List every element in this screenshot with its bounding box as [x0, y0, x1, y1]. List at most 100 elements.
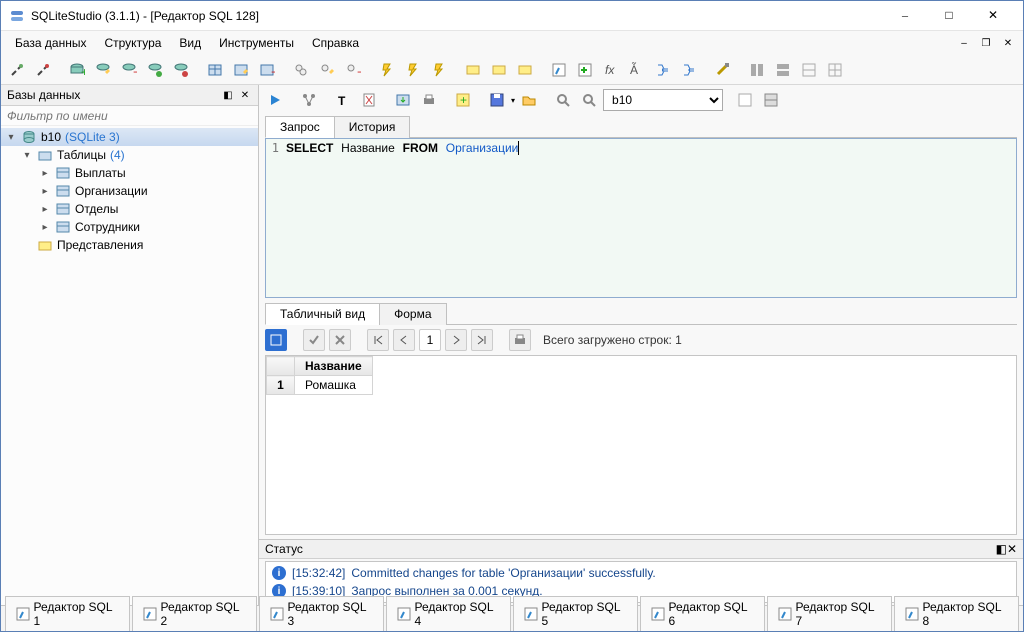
mdi-tab[interactable]: Редактор SQL 5	[513, 596, 638, 631]
history-prev-icon[interactable]	[551, 88, 575, 112]
trigger-icon[interactable]	[375, 58, 399, 82]
tree-table[interactable]: ▸Выплаты	[1, 164, 258, 182]
export-results-icon[interactable]	[391, 88, 415, 112]
mdi-tab[interactable]: Редактор SQL 6	[640, 596, 765, 631]
first-page-icon[interactable]	[367, 329, 389, 351]
cell[interactable]: Ромашка	[295, 376, 373, 395]
view-icon[interactable]	[461, 58, 485, 82]
sql-editor[interactable]: 1 SELECT Название FROM Организации	[265, 138, 1017, 298]
save-dropdown-icon[interactable]: ▾	[511, 96, 515, 105]
tree-table[interactable]: ▸Организации	[1, 182, 258, 200]
results-tab-icon[interactable]	[759, 88, 783, 112]
tree-db[interactable]: ▾ b10 (SQLite 3)	[1, 128, 258, 146]
table-icon[interactable]	[203, 58, 227, 82]
view-edit-icon[interactable]	[487, 58, 511, 82]
tab-history[interactable]: История	[334, 116, 411, 138]
db-commit-icon[interactable]	[143, 58, 167, 82]
panel-float-icon[interactable]: ◧	[221, 88, 235, 102]
results-grid[interactable]: Название 1Ромашка	[265, 355, 1017, 535]
sql-editor-new-icon[interactable]	[573, 58, 597, 82]
mdi-restore-button[interactable]: ❐	[977, 34, 995, 52]
expand-icon[interactable]: ▸	[39, 204, 51, 215]
collapse-icon[interactable]: ▾	[5, 132, 17, 143]
trigger-delete-icon[interactable]	[427, 58, 451, 82]
tree-tables[interactable]: ▾ Таблицы (4)	[1, 146, 258, 164]
sql-editor-icon[interactable]	[547, 58, 571, 82]
view-delete-icon[interactable]	[513, 58, 537, 82]
row-number[interactable]: 1	[267, 376, 295, 395]
db-remove-icon[interactable]: −	[117, 58, 141, 82]
export-icon[interactable]	[677, 58, 701, 82]
menu-tools[interactable]: Инструменты	[211, 34, 302, 52]
mdi-tab[interactable]: Редактор SQL 4	[386, 596, 511, 631]
rollback-icon[interactable]	[329, 329, 351, 351]
page-number[interactable]: 1	[419, 329, 441, 351]
layout4-icon[interactable]	[823, 58, 847, 82]
collapse-icon[interactable]: ▾	[21, 150, 33, 161]
menu-database[interactable]: База данных	[7, 34, 94, 52]
minimize-button[interactable]: –	[883, 2, 927, 30]
menu-help[interactable]: Справка	[304, 34, 367, 52]
panel-float-icon[interactable]: ◧	[996, 542, 1007, 556]
filter-input[interactable]	[7, 109, 252, 123]
expand-icon[interactable]: ▸	[39, 186, 51, 197]
disconnect-icon[interactable]	[31, 58, 55, 82]
index-delete-icon[interactable]: −	[341, 58, 365, 82]
tab-form-view[interactable]: Форма	[379, 303, 446, 325]
run-query-icon[interactable]	[263, 88, 287, 112]
format-bold-icon[interactable]: T	[331, 88, 355, 112]
tab-grid-view[interactable]: Табличный вид	[265, 303, 380, 325]
prev-page-icon[interactable]	[393, 329, 415, 351]
panel-close-icon[interactable]: ✕	[238, 88, 252, 102]
mdi-tab[interactable]: Редактор SQL 2	[132, 596, 257, 631]
print-results-icon[interactable]	[509, 329, 531, 351]
layout2-icon[interactable]	[771, 58, 795, 82]
layout1-icon[interactable]	[745, 58, 769, 82]
tree-table[interactable]: ▸Сотрудники	[1, 218, 258, 236]
mdi-tab[interactable]: Редактор SQL 3	[259, 596, 384, 631]
grid-refresh-icon[interactable]	[265, 329, 287, 351]
layout3-icon[interactable]	[797, 58, 821, 82]
results-below-icon[interactable]	[733, 88, 757, 112]
db-add-icon[interactable]: +	[65, 58, 89, 82]
sql-code[interactable]: SELECT Название FROM Организации	[282, 139, 1016, 297]
history-next-icon[interactable]	[577, 88, 601, 112]
mdi-tab[interactable]: Редактор SQL 7	[767, 596, 892, 631]
trigger-edit-icon[interactable]	[401, 58, 425, 82]
expand-icon[interactable]: ▸	[39, 168, 51, 179]
last-page-icon[interactable]	[471, 329, 493, 351]
tab-query[interactable]: Запрос	[265, 116, 335, 138]
menu-structure[interactable]: Структура	[96, 34, 169, 52]
database-select[interactable]: b10	[603, 89, 723, 111]
database-tree[interactable]: ▾ b10 (SQLite 3) ▾ Таблицы (4) ▸Выплаты …	[1, 126, 258, 605]
print-icon[interactable]	[417, 88, 441, 112]
column-header[interactable]: Название	[295, 357, 373, 376]
commit-icon[interactable]	[303, 329, 325, 351]
mdi-minimize-button[interactable]: –	[955, 34, 973, 52]
expand-icon[interactable]: ▸	[39, 222, 51, 233]
close-button[interactable]: ✕	[971, 2, 1015, 30]
function-icon[interactable]: fx	[599, 58, 623, 82]
panel-close-icon[interactable]: ✕	[1007, 542, 1017, 556]
new-sql-icon[interactable]: +	[451, 88, 475, 112]
clear-icon[interactable]	[357, 88, 381, 112]
mdi-tab[interactable]: Редактор SQL 1	[5, 596, 130, 631]
tree-table[interactable]: ▸Отделы	[1, 200, 258, 218]
tree-views[interactable]: Представления	[1, 236, 258, 254]
table-edit-icon[interactable]	[229, 58, 253, 82]
mdi-close-button[interactable]: ✕	[999, 34, 1017, 52]
next-page-icon[interactable]	[445, 329, 467, 351]
mdi-tab[interactable]: Редактор SQL 8	[894, 596, 1019, 631]
collation-icon[interactable]: A͋	[625, 58, 649, 82]
index-edit-icon[interactable]	[315, 58, 339, 82]
import-icon[interactable]	[651, 58, 675, 82]
table-delete-icon[interactable]: −	[255, 58, 279, 82]
settings-icon[interactable]	[711, 58, 735, 82]
connect-icon[interactable]	[5, 58, 29, 82]
index-icon[interactable]	[289, 58, 313, 82]
explain-icon[interactable]	[297, 88, 321, 112]
save-icon[interactable]	[485, 88, 509, 112]
maximize-button[interactable]: □	[927, 2, 971, 30]
db-edit-icon[interactable]	[91, 58, 115, 82]
menu-view[interactable]: Вид	[171, 34, 209, 52]
